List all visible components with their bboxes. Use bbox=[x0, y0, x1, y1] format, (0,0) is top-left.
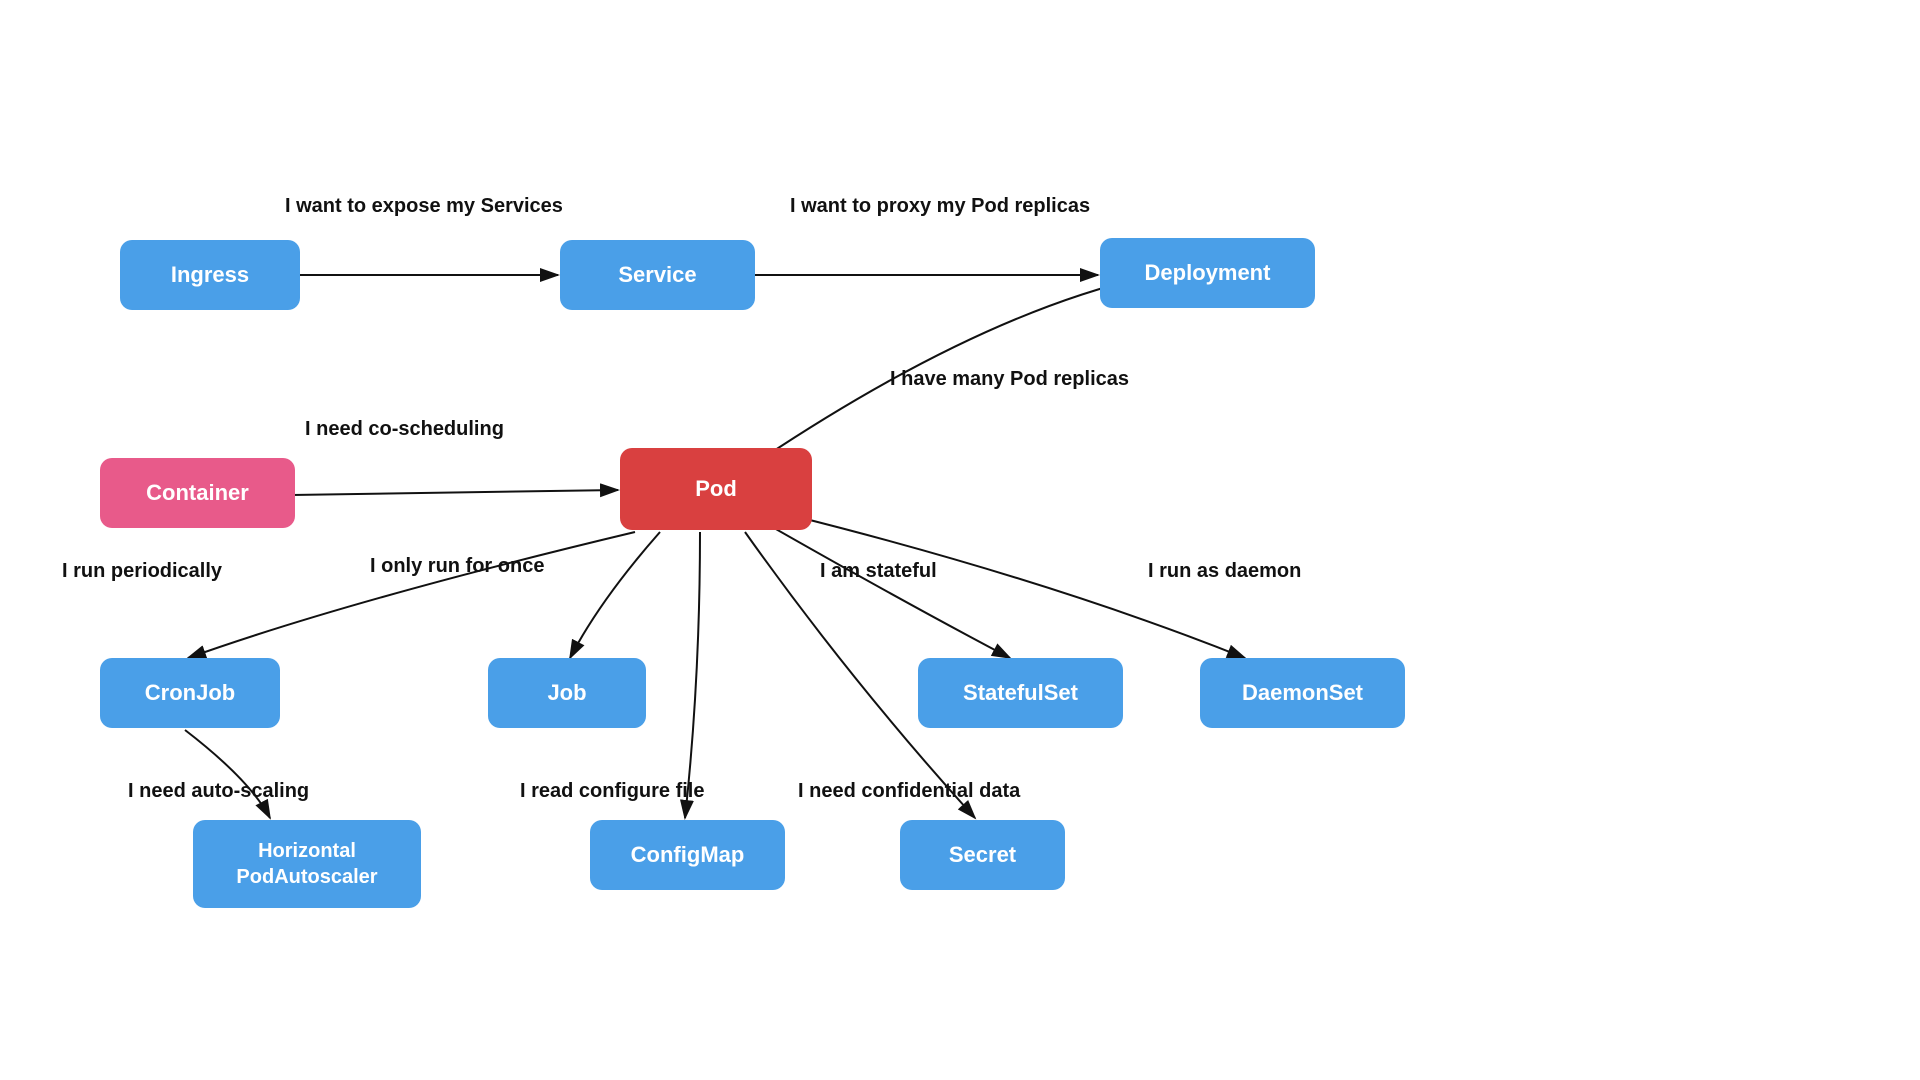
node-hpa-label: Horizontal PodAutoscaler bbox=[236, 838, 377, 890]
node-service-label: Service bbox=[618, 262, 696, 288]
node-pod-label: Pod bbox=[695, 476, 737, 502]
diagram: Ingress Service Deployment Container Pod… bbox=[0, 0, 1920, 1080]
arrows-svg bbox=[0, 0, 1920, 1080]
node-ingress-label: Ingress bbox=[171, 262, 249, 288]
label-manyreplicas: I have many Pod replicas bbox=[890, 368, 1129, 391]
node-statefulset: StatefulSet bbox=[918, 658, 1123, 728]
label-periodic: I run periodically bbox=[62, 560, 222, 583]
label-daemon: I run as daemon bbox=[1148, 560, 1301, 583]
node-cronjob-label: CronJob bbox=[145, 680, 235, 706]
label-expose: I want to expose my Services bbox=[285, 195, 563, 218]
node-job-label: Job bbox=[547, 680, 586, 706]
node-deployment: Deployment bbox=[1100, 238, 1315, 308]
node-service: Service bbox=[560, 240, 755, 310]
label-stateful: I am stateful bbox=[820, 560, 937, 583]
label-configure: I read configure file bbox=[520, 780, 704, 803]
label-proxy: I want to proxy my Pod replicas bbox=[790, 195, 1090, 218]
node-deployment-label: Deployment bbox=[1145, 260, 1271, 286]
node-hpa: Horizontal PodAutoscaler bbox=[193, 820, 421, 908]
label-onlyonce: I only run for once bbox=[370, 555, 544, 578]
node-container-label: Container bbox=[146, 480, 249, 506]
node-configmap-label: ConfigMap bbox=[631, 842, 745, 868]
node-container: Container bbox=[100, 458, 295, 528]
label-cosched: I need co-scheduling bbox=[305, 418, 504, 441]
label-confidential: I need confidential data bbox=[798, 780, 1020, 803]
node-cronjob: CronJob bbox=[100, 658, 280, 728]
node-daemonset: DaemonSet bbox=[1200, 658, 1405, 728]
node-statefulset-label: StatefulSet bbox=[963, 680, 1078, 706]
label-autoscale: I need auto-scaling bbox=[128, 780, 309, 803]
node-ingress: Ingress bbox=[120, 240, 300, 310]
node-pod: Pod bbox=[620, 448, 812, 530]
node-configmap: ConfigMap bbox=[590, 820, 785, 890]
node-secret: Secret bbox=[900, 820, 1065, 890]
node-job: Job bbox=[488, 658, 646, 728]
node-secret-label: Secret bbox=[949, 842, 1016, 868]
node-daemonset-label: DaemonSet bbox=[1242, 680, 1363, 706]
